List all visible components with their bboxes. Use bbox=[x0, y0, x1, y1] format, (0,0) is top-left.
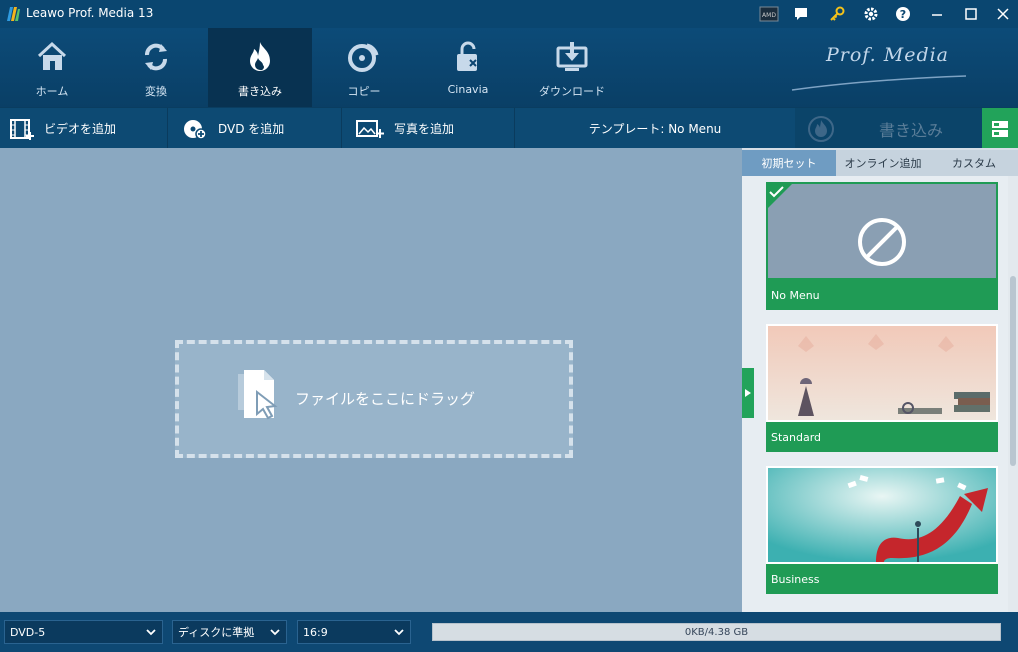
template-scrollbar[interactable] bbox=[1008, 176, 1018, 612]
template-standard-label: Standard bbox=[766, 422, 998, 452]
title-bar: Leawo Prof. Media 13 AMD ? bbox=[0, 0, 1018, 28]
key-icon[interactable] bbox=[826, 4, 848, 24]
aspect-ratio-value: 16:9 bbox=[303, 625, 328, 639]
amd-icon[interactable]: AMD bbox=[758, 4, 780, 24]
film-add-icon bbox=[10, 118, 34, 140]
home-icon bbox=[37, 41, 67, 70]
template-standard[interactable]: Standard bbox=[766, 324, 998, 452]
chevron-down-icon bbox=[146, 629, 156, 636]
add-photo-button[interactable]: 写真を追加 bbox=[342, 108, 515, 149]
chevron-down-icon bbox=[394, 629, 404, 636]
template-no-menu-thumbnail bbox=[768, 184, 996, 278]
quality-value: ディスクに準拠 bbox=[178, 626, 255, 639]
template-business-label: Business bbox=[766, 564, 998, 594]
quality-select[interactable]: ディスクに準拠 bbox=[172, 620, 287, 644]
file-drag-icon bbox=[238, 370, 278, 420]
nav-copy[interactable]: コピー bbox=[312, 28, 416, 107]
chevron-right-icon bbox=[745, 389, 751, 397]
disc-type-value: DVD-5 bbox=[10, 625, 46, 639]
layout-toggle-button[interactable] bbox=[982, 108, 1018, 149]
template-no-menu-label: No Menu bbox=[766, 280, 998, 310]
chevron-down-icon bbox=[270, 629, 280, 636]
dropzone[interactable]: ファイルをここにドラッグ bbox=[175, 340, 573, 458]
nav-cinavia[interactable]: Cinavia bbox=[416, 28, 520, 107]
template-no-menu[interactable]: No Menu bbox=[766, 182, 998, 310]
brand-logo-text: Prof. Media bbox=[826, 44, 950, 66]
disc-copy-icon bbox=[348, 43, 379, 72]
add-dvd-label: DVD を追加 bbox=[218, 122, 285, 136]
burn-button[interactable]: 書き込み bbox=[795, 108, 982, 149]
nav-burn-label: 書き込み bbox=[238, 85, 282, 98]
chat-icon[interactable] bbox=[790, 4, 812, 24]
close-icon[interactable] bbox=[986, 0, 1018, 28]
burn-disc-icon bbox=[808, 115, 834, 142]
fire-icon bbox=[250, 42, 270, 71]
photo-add-icon bbox=[356, 119, 384, 138]
add-video-button[interactable]: ビデオを追加 bbox=[0, 108, 168, 149]
app-logo-icon bbox=[7, 7, 20, 21]
nav-download-label: ダウンロード bbox=[539, 85, 605, 98]
panel-collapse-toggle[interactable] bbox=[742, 368, 754, 418]
minimize-icon[interactable] bbox=[920, 0, 954, 28]
tab-presets[interactable]: 初期セット bbox=[742, 150, 836, 176]
unlock-icon bbox=[457, 41, 477, 71]
add-video-label: ビデオを追加 bbox=[44, 122, 117, 136]
toolbar: ビデオを追加 DVD を追加 写真を追加 テンプレート: No Menu 書き込… bbox=[0, 107, 1018, 149]
nav-download[interactable]: ダウンロード bbox=[520, 28, 624, 107]
gear-icon[interactable] bbox=[860, 4, 882, 24]
layout-icon bbox=[992, 120, 1008, 137]
template-label: テンプレート: No Menu bbox=[588, 122, 722, 136]
aspect-ratio-select[interactable]: 16:9 bbox=[297, 620, 411, 644]
window-title: Leawo Prof. Media 13 bbox=[26, 6, 154, 20]
nav-copy-label: コピー bbox=[347, 85, 381, 98]
template-list: No Menu Standard Business bbox=[742, 176, 1008, 612]
status-bar: DVD-5 ディスクに準拠 16:9 0KB/4.38 GB bbox=[0, 612, 1018, 652]
nav-cinavia-label: Cinavia bbox=[447, 83, 489, 96]
svg-text:?: ? bbox=[900, 8, 906, 21]
download-icon bbox=[556, 42, 588, 71]
disc-capacity-text: 0KB/4.38 GB bbox=[684, 626, 749, 638]
add-dvd-button[interactable]: DVD を追加 bbox=[168, 108, 342, 149]
drop-hint-text: ファイルをここにドラッグ bbox=[295, 390, 476, 408]
convert-icon bbox=[145, 43, 167, 71]
burn-button-label: 書き込み bbox=[879, 120, 944, 140]
tab-online[interactable]: オンライン追加 bbox=[836, 150, 930, 176]
nav-burn[interactable]: 書き込み bbox=[208, 28, 312, 107]
maximize-icon[interactable] bbox=[954, 0, 988, 28]
template-standard-thumbnail bbox=[768, 326, 996, 420]
disc-type-select[interactable]: DVD-5 bbox=[4, 620, 163, 644]
nav-convert[interactable]: 変換 bbox=[104, 28, 208, 107]
template-panel: 初期セット オンライン追加 カスタム No Menu Standard Busi… bbox=[742, 148, 1018, 612]
template-tabs: 初期セット オンライン追加 カスタム bbox=[742, 150, 1018, 176]
brand-swoosh bbox=[791, 75, 967, 91]
main-nav: ホーム 変換 書き込み コピー Cinavia ダウンロード Prof. Med… bbox=[0, 28, 1018, 107]
nav-home-label: ホーム bbox=[35, 85, 69, 98]
dvd-add-icon bbox=[184, 119, 207, 140]
disc-capacity-bar: 0KB/4.38 GB bbox=[432, 623, 1001, 641]
file-drop-area[interactable]: ファイルをここにドラッグ bbox=[0, 148, 742, 612]
nav-home[interactable]: ホーム bbox=[0, 28, 104, 107]
add-photo-label: 写真を追加 bbox=[394, 122, 455, 136]
help-icon[interactable]: ? bbox=[892, 4, 914, 24]
no-symbol-icon bbox=[858, 218, 906, 266]
tab-custom[interactable]: カスタム bbox=[930, 150, 1018, 176]
svg-text:AMD: AMD bbox=[762, 12, 776, 19]
scrollbar-thumb[interactable] bbox=[1010, 276, 1016, 466]
template-business[interactable]: Business bbox=[766, 466, 998, 594]
nav-convert-label: 変換 bbox=[145, 85, 167, 98]
template-business-thumbnail bbox=[768, 468, 996, 562]
checkmark-icon bbox=[769, 186, 784, 198]
